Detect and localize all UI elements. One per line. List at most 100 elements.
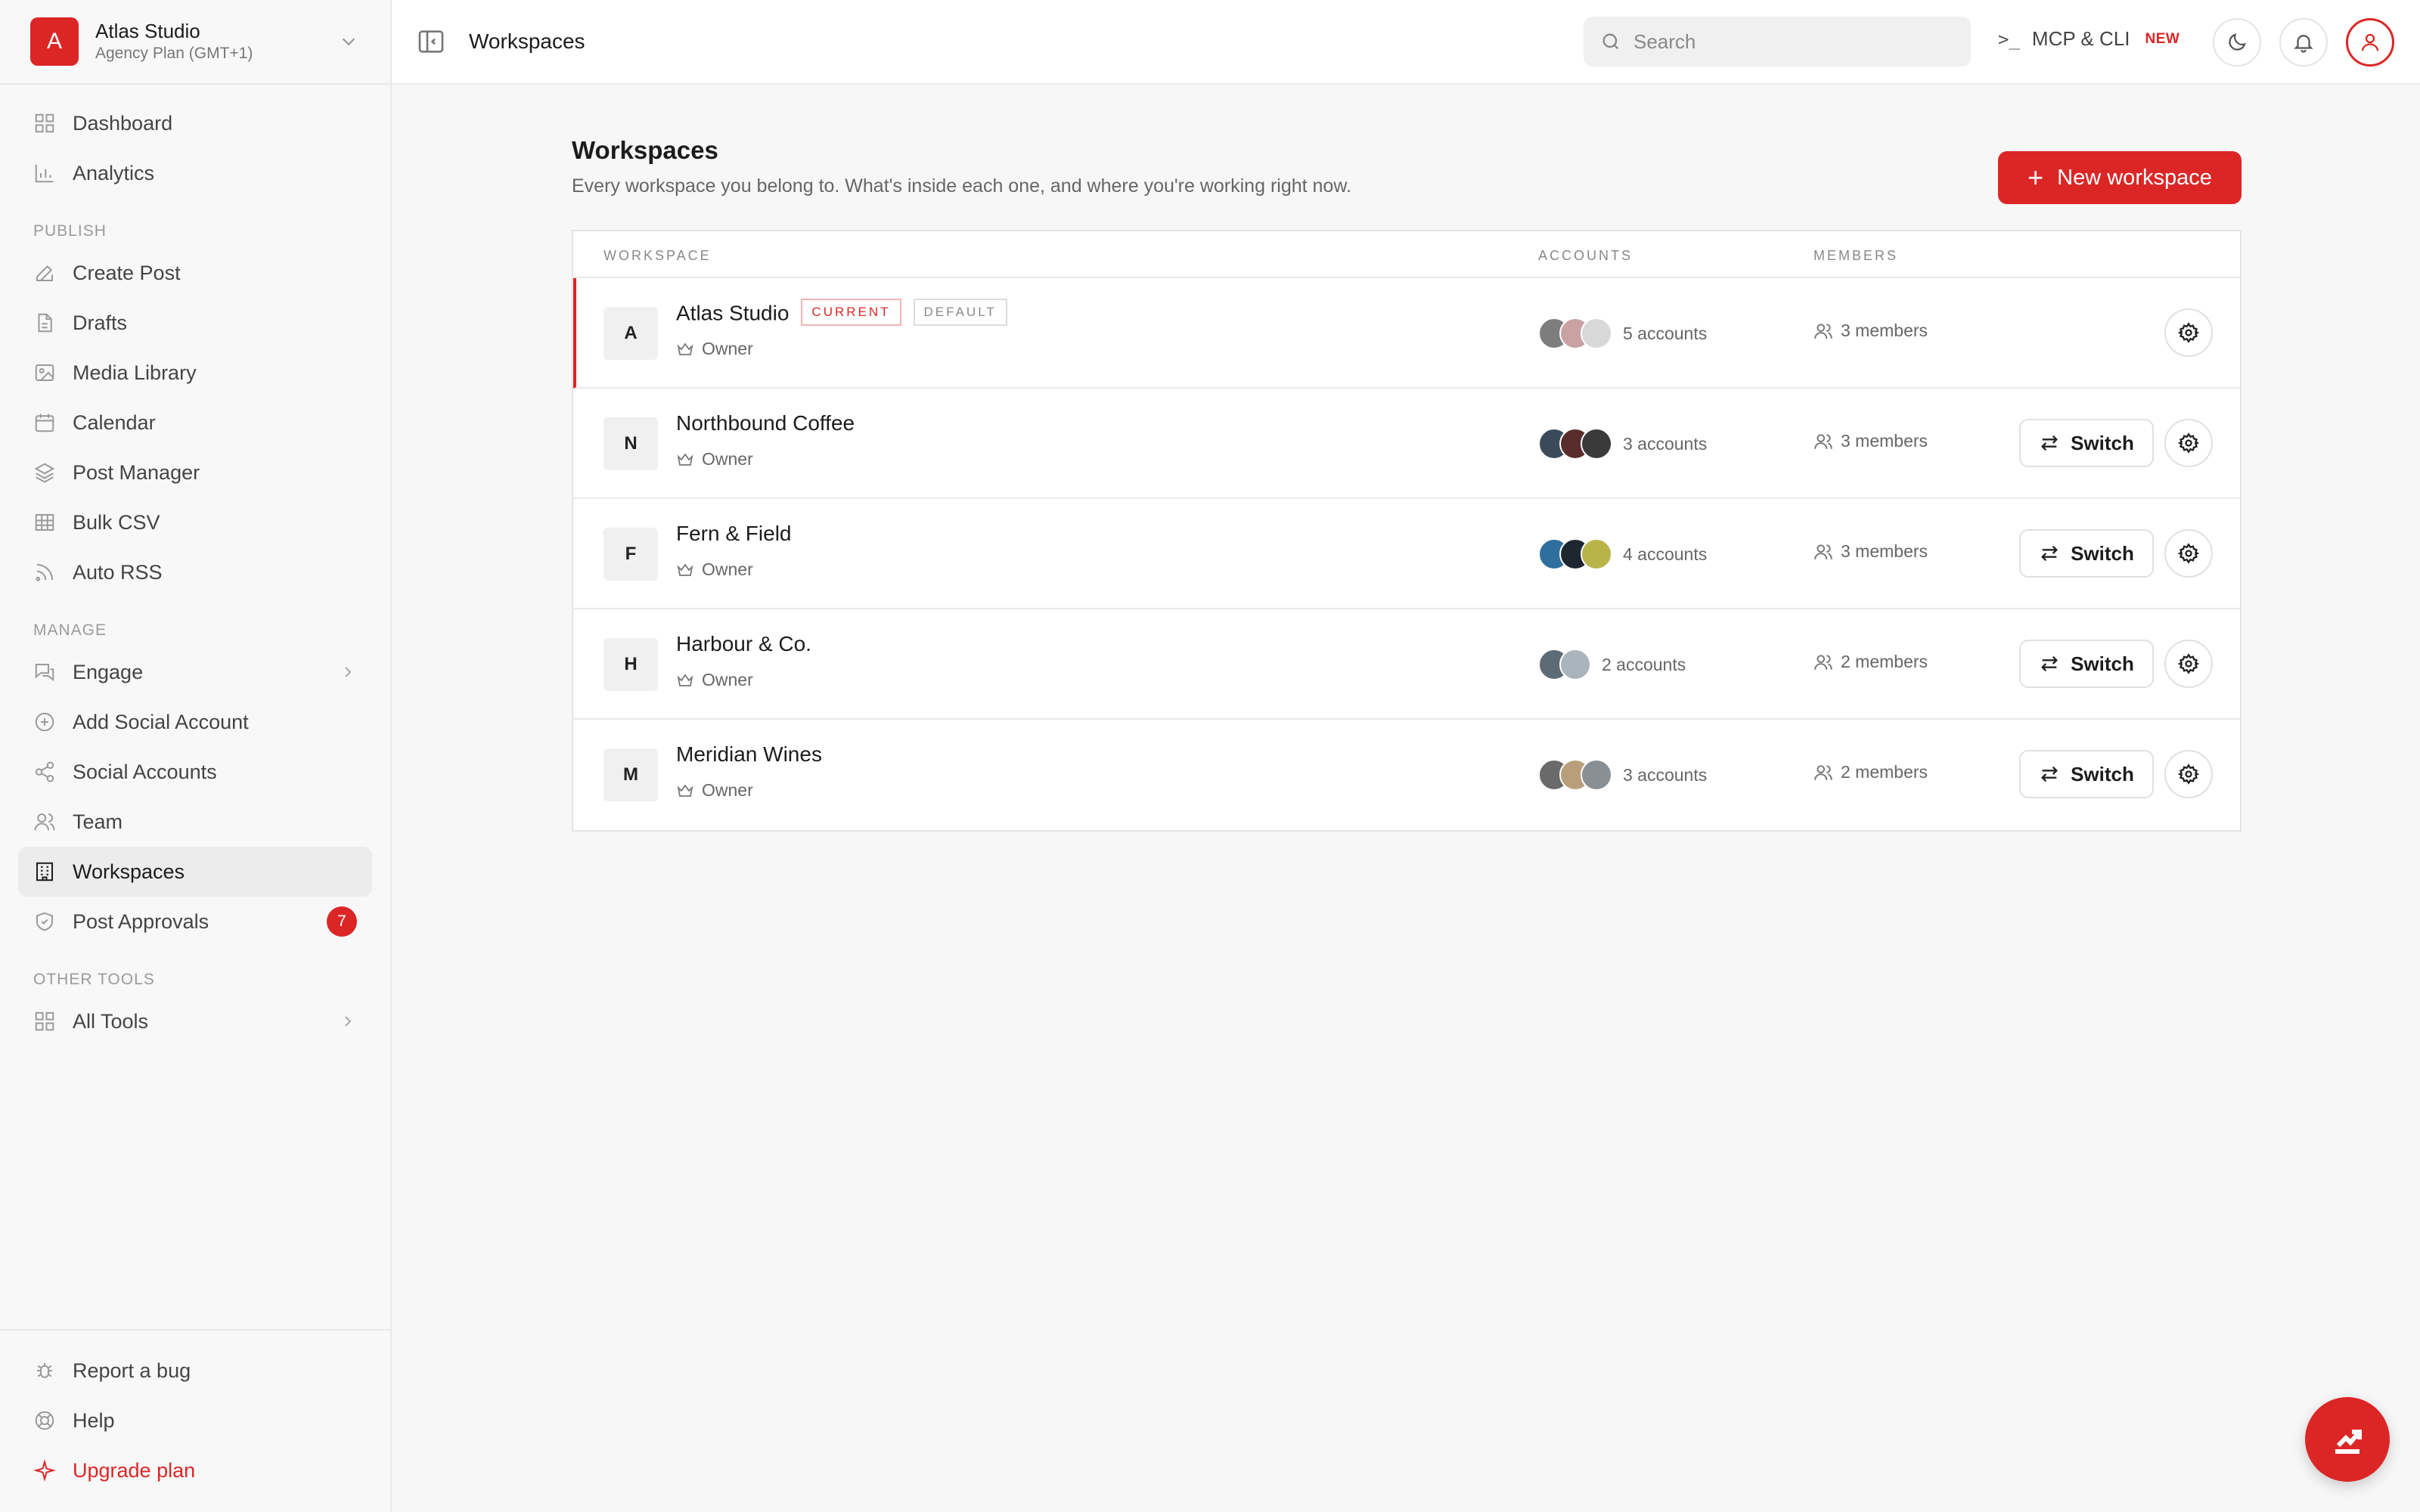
workspace-role: Owner <box>676 780 753 801</box>
sidebar-item-add-social-account[interactable]: Add Social Account <box>18 697 372 747</box>
workspace-role: Owner <box>676 449 753 469</box>
section-title-other-tools: OTHER TOOLS <box>33 971 155 988</box>
plus-icon: + <box>2028 162 2044 193</box>
share-icon <box>33 761 56 783</box>
switch-arrows-icon <box>2039 543 2060 564</box>
workspace-settings-button[interactable] <box>2164 640 2213 688</box>
crown-icon <box>676 340 694 358</box>
switch-workspace-button[interactable]: Switch <box>2019 529 2154 578</box>
sidebar-item-help[interactable]: Help <box>18 1396 372 1445</box>
account-avatar <box>1581 759 1612 791</box>
sidebar-item-engage[interactable]: Engage <box>18 647 372 697</box>
sidebar-item-upgrade-plan[interactable]: Upgrade plan <box>18 1445 372 1495</box>
notifications-button[interactable] <box>2279 18 2328 67</box>
sidebar-item-label: All Tools <box>73 1009 149 1033</box>
sidebar-item-report-bug[interactable]: Report a bug <box>18 1346 372 1396</box>
sidebar-item-all-tools[interactable]: All Tools <box>18 996 372 1046</box>
sidebar-item-bulk-csv[interactable]: Bulk CSV <box>18 497 372 547</box>
gear-icon <box>2178 322 2199 343</box>
sidebar-item-label: Report a bug <box>73 1359 191 1382</box>
sidebar-item-auto-rss[interactable]: Auto RSS <box>18 547 372 597</box>
sidebar-toggle-icon[interactable] <box>416 26 446 57</box>
chevron-down-icon <box>342 38 355 46</box>
workspace-name[interactable]: Meridian Wines <box>676 742 822 767</box>
calendar-icon <box>33 411 56 434</box>
search-box[interactable] <box>1584 17 1971 67</box>
org-plan: Agency Plan (GMT+1) <box>95 45 253 62</box>
accounts-count: 4 accounts <box>1623 544 1708 564</box>
user-avatar-button[interactable] <box>2346 18 2394 67</box>
account-avatars <box>1538 538 1612 570</box>
users-icon <box>1813 652 1833 672</box>
sidebar-item-label: Add Social Account <box>73 710 249 733</box>
role-label: Owner <box>702 339 753 358</box>
sidebar-item-drafts[interactable]: Drafts <box>18 298 372 348</box>
page-title: Workspaces <box>572 136 718 164</box>
image-icon <box>33 361 56 384</box>
org-switcher[interactable]: A Atlas Studio Agency Plan (GMT+1) <box>0 0 390 85</box>
building-icon <box>33 860 56 883</box>
floating-action-button[interactable] <box>2305 1397 2390 1482</box>
sidebar-item-media-library[interactable]: Media Library <box>18 348 372 398</box>
sidebar-item-post-approvals[interactable]: Post Approvals 7 <box>18 897 372 947</box>
members-count: 3 members <box>1841 321 1928 340</box>
sidebar-item-label: Auto RSS <box>73 560 163 584</box>
sidebar-item-label: Bulk CSV <box>73 510 160 534</box>
mcp-cli-link[interactable]: >_ MCP & CLI NEW <box>1998 27 2180 51</box>
section-title-manage: MANAGE <box>33 621 107 639</box>
members-count: 2 members <box>1841 762 1928 782</box>
switch-workspace-button[interactable]: Switch <box>2019 750 2154 798</box>
gear-icon <box>2178 764 2199 785</box>
workspace-avatar: N <box>603 417 658 470</box>
workspace-settings-button[interactable] <box>2164 419 2213 467</box>
sidebar-item-label: Upgrade plan <box>73 1458 196 1482</box>
sidebar-item-label: Engage <box>73 660 144 683</box>
workspace-name[interactable]: Fern & Field <box>676 522 792 546</box>
account-avatar <box>1581 318 1612 349</box>
workspace-settings-button[interactable] <box>2164 750 2213 798</box>
account-avatars <box>1538 649 1591 680</box>
grid-icon <box>33 112 56 135</box>
account-avatar <box>1559 649 1591 680</box>
role-label: Owner <box>702 559 753 579</box>
sidebar-item-calendar[interactable]: Calendar <box>18 398 372 448</box>
user-icon <box>2361 33 2379 51</box>
accounts-cell: 3 accounts <box>1538 759 1707 791</box>
sidebar-item-label: Team <box>73 810 123 833</box>
workspace-name-text: Atlas Studio <box>676 301 790 325</box>
bar-chart-icon <box>33 162 56 184</box>
lifebuoy-icon <box>33 1409 56 1432</box>
members-cell: 2 members <box>1813 652 1928 672</box>
sidebar-item-dashboard[interactable]: Dashboard <box>18 98 372 148</box>
sidebar-item-team[interactable]: Team <box>18 797 372 847</box>
default-tag: DEFAULT <box>913 299 1007 326</box>
new-workspace-button[interactable]: + New workspace <box>1998 151 2242 204</box>
accounts-cell: 2 accounts <box>1538 649 1686 680</box>
sidebar-item-analytics[interactable]: Analytics <box>18 148 372 198</box>
workspace-name[interactable]: Harbour & Co. <box>676 632 811 656</box>
column-header-members: MEMBERS <box>1813 248 1899 263</box>
column-header-accounts: ACCOUNTS <box>1538 248 1634 263</box>
chevron-right-icon <box>339 663 357 681</box>
page-header: Workspaces Every workspace you belong to… <box>572 136 1351 197</box>
page-breadcrumb: Workspaces <box>469 29 585 53</box>
switch-workspace-button[interactable]: Switch <box>2019 640 2154 688</box>
workspace-name[interactable]: Northbound Coffee <box>676 411 855 435</box>
sidebar-item-social-accounts[interactable]: Social Accounts <box>18 747 372 797</box>
switch-arrows-icon <box>2039 432 2060 454</box>
theme-toggle-button[interactable] <box>2213 18 2261 67</box>
search-input[interactable] <box>1634 29 1936 54</box>
workspace-name[interactable]: Atlas Studio CURRENT DEFAULT <box>676 299 1007 328</box>
page-subtitle: Every workspace you belong to. What's in… <box>572 175 1351 197</box>
sidebar-item-create-post[interactable]: Create Post <box>18 248 372 298</box>
workspace-settings-button[interactable] <box>2164 529 2213 578</box>
workspace-settings-button[interactable] <box>2164 308 2213 357</box>
members-cell: 3 members <box>1813 431 1928 451</box>
search-icon <box>1602 33 1619 50</box>
table-row: F Fern & Field Owner 4 accounts 3 members Swi… <box>573 499 2240 609</box>
sidebar-item-workspaces[interactable]: Workspaces <box>18 847 372 897</box>
gear-icon <box>2178 543 2199 564</box>
switch-workspace-button[interactable]: Switch <box>2019 419 2154 467</box>
account-avatars <box>1538 428 1612 460</box>
sidebar-item-post-manager[interactable]: Post Manager <box>18 448 372 497</box>
